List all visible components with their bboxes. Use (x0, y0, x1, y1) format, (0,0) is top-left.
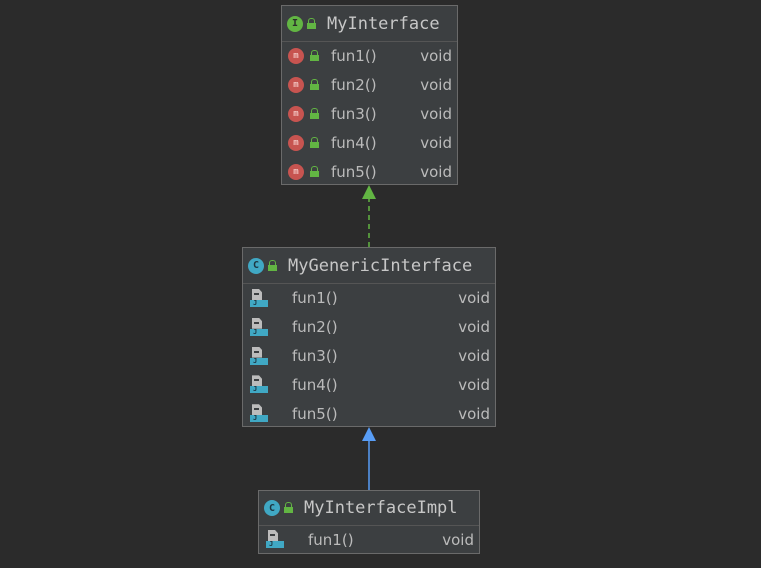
extends-edge-arrowhead (362, 427, 376, 441)
method-row[interactable]: m fun1() void (282, 42, 457, 71)
method-name: fun4() (292, 375, 338, 394)
method-return-type: void (420, 162, 452, 181)
method-row[interactable]: m fun3() void (282, 100, 457, 129)
method-row[interactable]: fun1() void (259, 526, 479, 553)
method-return-type: void (458, 375, 490, 394)
implemented-method-icon (266, 530, 284, 548)
method-name: fun4() (331, 133, 377, 152)
method-name: fun2() (292, 318, 338, 337)
method-return-type: void (458, 404, 490, 423)
method-row[interactable]: fun3() void (243, 342, 495, 371)
method-return-type: void (420, 47, 452, 66)
method-name: fun1() (331, 47, 377, 66)
class-icon: C (248, 257, 264, 274)
node-my-interface[interactable]: I MyInterface m fun1() void m fun2() voi… (281, 5, 458, 185)
method-return-type: void (442, 530, 474, 549)
method-row[interactable]: m fun2() void (282, 71, 457, 100)
node-header: C MyGenericInterface (243, 248, 495, 284)
method-row[interactable]: fun1() void (243, 284, 495, 313)
abstract-method-icon: m (288, 134, 304, 151)
abstract-method-icon: m (288, 163, 304, 180)
implemented-method-icon (250, 404, 268, 423)
node-title: MyInterfaceImpl (304, 498, 458, 518)
method-name: fun1() (292, 289, 338, 308)
method-name: fun3() (331, 104, 377, 123)
abstract-method-icon: m (288, 77, 304, 94)
node-title: MyGenericInterface (288, 255, 473, 276)
public-lock-icon (310, 136, 320, 149)
node-my-generic-interface[interactable]: C MyGenericInterface fun1() void fun2() … (242, 247, 496, 427)
method-row[interactable]: fun4() void (243, 370, 495, 399)
public-lock-icon (310, 79, 320, 91)
method-return-type: void (458, 346, 490, 365)
implements-edge-arrowhead (362, 185, 376, 199)
public-lock-icon (310, 107, 320, 120)
node-title: MyInterface (327, 13, 440, 34)
method-return-type: void (458, 289, 490, 308)
implemented-method-icon (250, 317, 268, 336)
abstract-method-icon: m (288, 48, 304, 65)
implemented-method-icon (250, 346, 268, 365)
implemented-method-icon (250, 289, 268, 307)
abstract-method-icon: m (288, 105, 304, 122)
public-lock-icon (284, 502, 294, 514)
method-row[interactable]: m fun5() void (282, 157, 457, 186)
interface-icon: I (287, 15, 303, 32)
method-return-type: void (420, 76, 452, 95)
method-name: fun1() (308, 530, 354, 549)
implemented-method-icon (250, 375, 268, 394)
method-list: fun1() void fun2() void fun3() void fun4… (243, 284, 495, 428)
method-return-type: void (458, 318, 490, 337)
public-lock-icon (307, 17, 317, 30)
method-return-type: void (420, 133, 452, 152)
method-list: m fun1() void m fun2() void m fun3() voi… (282, 42, 457, 186)
public-lock-icon (310, 50, 320, 62)
public-lock-icon (268, 259, 278, 272)
method-row[interactable]: fun5() void (243, 399, 495, 428)
method-row[interactable]: m fun4() void (282, 128, 457, 157)
node-my-interface-impl[interactable]: C MyInterfaceImpl fun1() void (258, 490, 480, 554)
node-header: I MyInterface (282, 6, 457, 42)
method-return-type: void (420, 104, 452, 123)
method-name: fun5() (292, 404, 338, 423)
method-row[interactable]: fun2() void (243, 313, 495, 342)
method-name: fun2() (331, 76, 377, 95)
method-name: fun3() (292, 346, 338, 365)
method-name: fun5() (331, 162, 377, 181)
public-lock-icon (310, 165, 320, 178)
class-icon: C (264, 500, 280, 516)
node-header: C MyInterfaceImpl (259, 491, 479, 526)
method-list: fun1() void (259, 526, 479, 553)
